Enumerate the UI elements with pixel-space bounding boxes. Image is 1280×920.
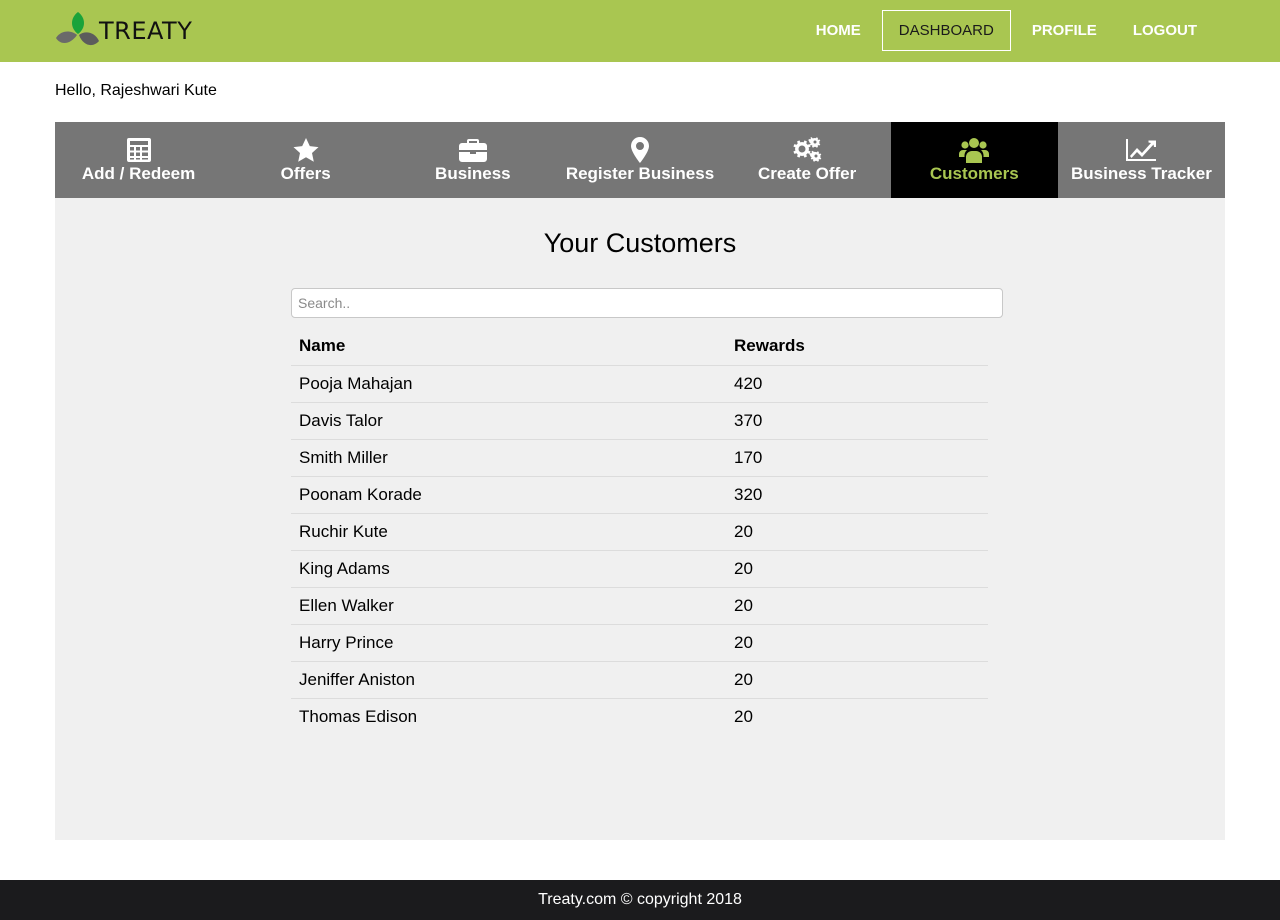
brand-name: TREATY — [99, 17, 193, 45]
table-row[interactable]: Ellen Walker 20 — [291, 587, 988, 625]
table-row[interactable]: Davis Talor 370 — [291, 402, 988, 440]
table-row[interactable]: Pooja Mahajan 420 — [291, 365, 988, 403]
tab-business-tracker[interactable]: Business Tracker — [1058, 122, 1225, 198]
table-row[interactable]: Smith Miller 170 — [291, 439, 988, 477]
top-navbar: TREATY HOME DASHBOARD PROFILE LOGOUT — [0, 0, 1280, 62]
table-row[interactable]: Poonam Korade 320 — [291, 476, 988, 514]
customer-rewards: 20 — [734, 706, 753, 726]
customers-panel: Your Customers Name Rewards Pooja Mahaja… — [55, 198, 1225, 840]
customer-rewards: 420 — [726, 365, 988, 403]
map-marker-icon — [630, 136, 649, 164]
customer-name: Davis Talor — [291, 402, 726, 440]
customer-name: Ellen Walker — [291, 587, 726, 625]
customer-name: Smith Miller — [291, 439, 726, 477]
customer-rewards: 170 — [726, 439, 988, 477]
table-header-row: Name Rewards — [291, 328, 988, 366]
users-icon — [959, 136, 990, 164]
customers-table: Name Rewards Pooja Mahajan 420 Davis Tal… — [291, 328, 988, 735]
tab-label: Create Offer — [758, 164, 857, 183]
customer-name: Thomas Edison — [299, 706, 418, 726]
tab-register-business[interactable]: Register Business — [556, 122, 723, 198]
line-chart-icon — [1125, 136, 1157, 164]
customer-name: Jeniffer Aniston — [291, 661, 726, 699]
calculator-icon — [126, 136, 152, 164]
tab-label: Offers — [280, 164, 331, 183]
customer-name: King Adams — [291, 550, 726, 588]
tab-create-offer[interactable]: Create Offer — [724, 122, 891, 198]
nav-dashboard[interactable]: DASHBOARD — [881, 10, 1011, 51]
customer-rewards: 370 — [726, 402, 988, 440]
footer: Treaty.com © copyright 2018 — [0, 880, 1280, 920]
gears-icon — [792, 136, 822, 164]
copyright-text: Treaty.com © copyright 2018 — [538, 891, 742, 908]
tab-business[interactable]: Business — [389, 122, 556, 198]
customer-rewards: 20 — [726, 513, 988, 551]
search-input[interactable] — [291, 288, 1003, 318]
column-header-name: Name — [291, 328, 726, 366]
nav-home[interactable]: HOME — [798, 10, 879, 51]
column-header-rewards: Rewards — [726, 328, 988, 366]
table-row[interactable]: King Adams 20 — [291, 550, 988, 588]
tab-customers[interactable]: Customers — [890, 122, 1058, 198]
page-title: Your Customers — [543, 228, 737, 258]
tab-add-redeem[interactable]: Add / Redeem — [55, 122, 222, 198]
table-row[interactable]: Ruchir Kute 20 — [291, 513, 988, 551]
greeting-text: Hello, Rajeshwari Kute — [55, 82, 217, 99]
customer-name: Ruchir Kute — [291, 513, 726, 551]
table-row[interactable]: Harry Prince 20 — [291, 624, 988, 662]
customer-rewards: 20 — [726, 624, 988, 662]
table-row[interactable]: Thomas Edison 20 — [291, 698, 988, 735]
briefcase-icon — [458, 136, 487, 164]
tab-label: Business — [435, 164, 511, 183]
tab-label: Customers — [929, 164, 1019, 183]
customer-rewards: 20 — [726, 550, 988, 588]
customer-rewards: 20 — [726, 661, 988, 699]
tab-label: Business Tracker — [1071, 164, 1212, 183]
tab-label: Add / Redeem — [81, 164, 196, 183]
main-nav: HOME DASHBOARD PROFILE LOGOUT — [798, 10, 1215, 51]
customer-rewards: 320 — [726, 476, 988, 514]
customer-name: Harry Prince — [291, 624, 726, 662]
leaf-logo-icon — [56, 12, 99, 46]
customer-name: Poonam Korade — [291, 476, 726, 514]
feature-tabs: Add / Redeem Offers Business Register Bu… — [55, 122, 1225, 198]
logo[interactable]: TREATY — [55, 10, 192, 52]
tab-offers[interactable]: Offers — [222, 122, 389, 198]
nav-logout[interactable]: LOGOUT — [1115, 10, 1215, 51]
nav-profile[interactable]: PROFILE — [1014, 10, 1115, 51]
star-icon — [293, 136, 319, 164]
customer-rewards: 20 — [726, 587, 988, 625]
table-row[interactable]: Jeniffer Aniston 20 — [291, 661, 988, 699]
customer-name: Pooja Mahajan — [291, 365, 726, 403]
tab-label: Register Business — [565, 164, 715, 183]
